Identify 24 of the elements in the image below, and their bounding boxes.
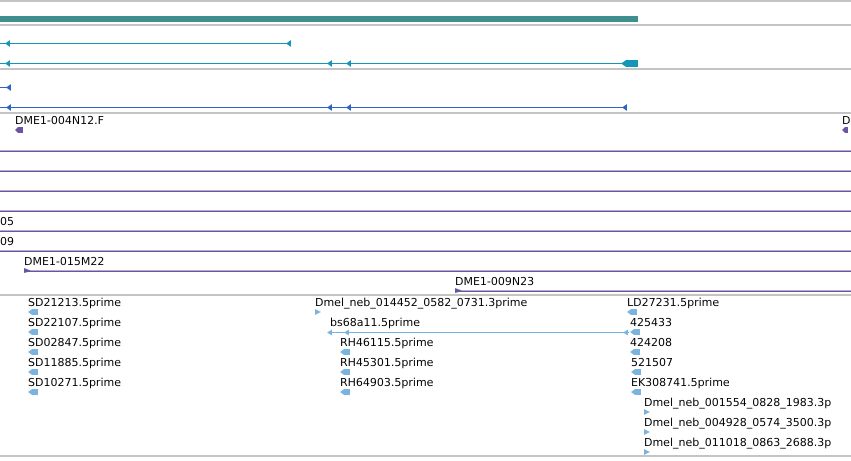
feature-label: 425433 [630, 316, 672, 329]
feature-label: DME1-015M22 [24, 255, 104, 268]
feature-label: Dmel_neb_004928_0574_3500.3p [644, 416, 832, 429]
feature-label: LD27231.5prime [627, 296, 720, 309]
feature-label: EK308741.5prime [631, 376, 730, 389]
feature-label: SD10271.5prime [28, 376, 121, 389]
feature-label: DME1-004N12.F [15, 114, 104, 127]
feature-label: RH64903.5prime [340, 376, 434, 389]
feature-label: 05 [0, 215, 14, 228]
feature-label: SD21213.5prime [28, 296, 121, 309]
feature-label: SD22107.5prime [28, 316, 121, 329]
feature-label: RH46115.5prime [340, 336, 434, 349]
feature-label: SD11885.5prime [28, 356, 121, 369]
feature-label: RH45301.5prime [340, 356, 434, 369]
feature-label: Dmel_neb_011018_0863_2688.3p [644, 436, 832, 449]
feature-label: Dmel_neb_014452_0582_0731.3prime [315, 296, 528, 309]
feature-label: 09 [0, 235, 14, 248]
feature-label: SD02847.5prime [28, 336, 121, 349]
feature-label: 521507 [631, 356, 673, 369]
feature-label: Dmel_neb_001554_0828_1983.3p [644, 396, 832, 409]
feature-label: 424208 [630, 336, 672, 349]
feature-label: bs68a11.5prime [330, 316, 420, 329]
feature-label: DME1-009N23 [455, 275, 534, 288]
feature-label: D [842, 114, 850, 127]
